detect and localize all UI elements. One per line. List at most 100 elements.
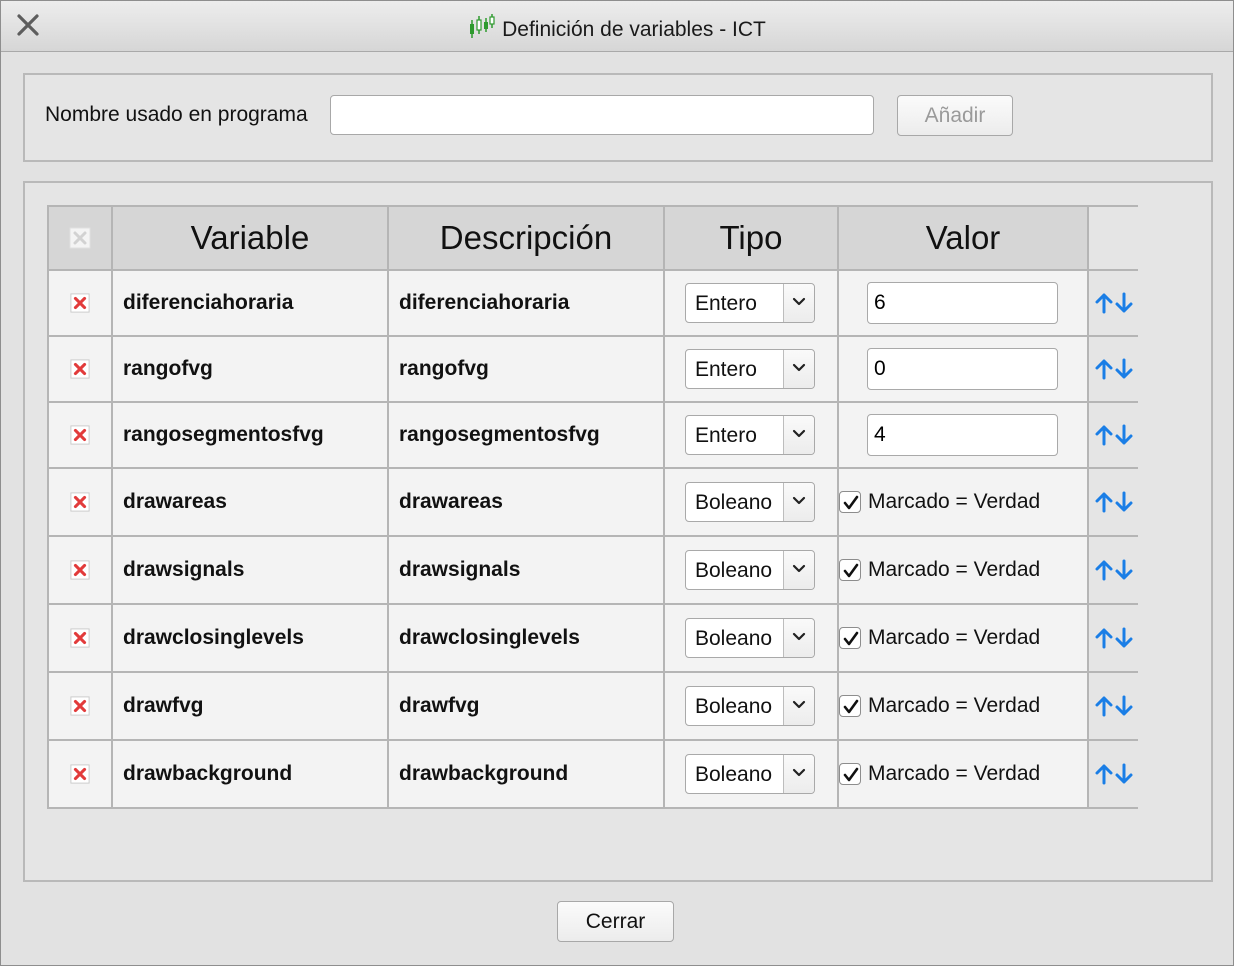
table-row: rangosegmentosfvg rangosegmentosfvg Entero (47, 401, 1138, 469)
delete-icon[interactable] (70, 359, 90, 379)
variable-name-cell: rangofvg (111, 335, 389, 403)
type-select[interactable]: Boleano (685, 686, 815, 726)
value-checkbox[interactable] (839, 695, 861, 717)
delete-cell (47, 535, 113, 605)
checkmark-icon (843, 767, 859, 782)
dropdown-button[interactable] (783, 551, 814, 589)
delete-cell (47, 467, 113, 537)
table-row: drawsignals drawsignals Boleano Marcado = V… (47, 535, 1138, 605)
description-cell: drawsignals (387, 535, 665, 605)
arrow-up-icon[interactable] (1094, 292, 1114, 314)
delete-all-icon[interactable] (69, 227, 91, 249)
chevron-down-icon (792, 632, 806, 641)
delete-icon[interactable] (70, 696, 90, 716)
delete-icon[interactable] (70, 560, 90, 580)
variable-name-panel: Nombre usado en programa Añadir (23, 73, 1213, 162)
variable-name-cell: drawfvg (111, 671, 389, 741)
reorder-cell (1087, 671, 1138, 741)
checkbox-label: Marcado = Verdad (868, 694, 1041, 717)
arrow-down-icon[interactable] (1114, 559, 1134, 581)
value-checkbox[interactable] (839, 559, 861, 581)
type-select[interactable]: Boleano (685, 754, 815, 794)
type-select-value: Boleano (695, 627, 773, 650)
reorder-cell (1087, 603, 1138, 673)
type-cell: Entero (663, 335, 839, 403)
arrow-up-icon[interactable] (1094, 491, 1114, 513)
table-row: drawclosinglevels drawclosinglevels Bolean… (47, 603, 1138, 673)
table-row: drawfvg drawfvg Boleano Marcado = Verdad (47, 671, 1138, 741)
value-cell: Marcado = Verdad (837, 603, 1089, 673)
header-description[interactable]: Descripción (387, 205, 665, 271)
arrow-down-icon[interactable] (1114, 695, 1134, 717)
arrow-up-icon[interactable] (1094, 358, 1114, 380)
type-cell: Boleano (663, 603, 839, 673)
close-button[interactable]: Cerrar (557, 901, 674, 942)
arrow-down-icon[interactable] (1114, 424, 1134, 446)
delete-icon[interactable] (70, 425, 90, 445)
value-cell: Marcado = Verdad (837, 739, 1089, 809)
variables-table: Variable Descripción Tipo Valor diferenc… (47, 205, 1138, 809)
chevron-down-icon (792, 496, 806, 505)
reorder-cell (1087, 335, 1138, 403)
type-select-value: Boleano (695, 559, 773, 582)
window-title-group: Definición de variables - ICT (1, 14, 1233, 42)
value-input[interactable] (867, 282, 1058, 324)
value-input[interactable] (867, 348, 1058, 390)
variable-name-cell: drawbackground (111, 739, 389, 809)
checkbox-label: Marcado = Verdad (868, 558, 1041, 581)
type-select[interactable]: Entero (685, 283, 815, 323)
value-input[interactable] (867, 414, 1058, 456)
description-cell: drawclosinglevels (387, 603, 665, 673)
dropdown-button[interactable] (783, 284, 814, 322)
delete-cell (47, 603, 113, 673)
type-select[interactable]: Entero (685, 415, 815, 455)
checkmark-icon (843, 699, 859, 714)
description-cell: drawfvg (387, 671, 665, 741)
table-row: diferenciahoraria diferenciahoraria Entero (47, 269, 1138, 337)
value-checkbox[interactable] (839, 627, 861, 649)
arrow-up-icon[interactable] (1094, 627, 1114, 649)
dropdown-button[interactable] (783, 416, 814, 454)
dropdown-button[interactable] (783, 483, 814, 521)
header-type[interactable]: Tipo (663, 205, 839, 271)
dropdown-button[interactable] (783, 755, 814, 793)
delete-icon[interactable] (70, 492, 90, 512)
chevron-down-icon (792, 429, 806, 438)
type-select[interactable]: Boleano (685, 482, 815, 522)
arrow-down-icon[interactable] (1114, 627, 1134, 649)
arrow-up-icon[interactable] (1094, 559, 1114, 581)
table-body: diferenciahoraria diferenciahoraria Entero… (47, 269, 1138, 809)
arrow-down-icon[interactable] (1114, 763, 1134, 785)
dropdown-button[interactable] (783, 687, 814, 725)
dropdown-button[interactable] (783, 619, 814, 657)
type-select[interactable]: Boleano (685, 550, 815, 590)
value-cell (837, 269, 1089, 337)
delete-icon[interactable] (70, 628, 90, 648)
chevron-down-icon (792, 768, 806, 777)
delete-icon[interactable] (70, 764, 90, 784)
delete-icon[interactable] (70, 293, 90, 313)
candlestick-chart-icon (470, 14, 495, 38)
arrow-down-icon[interactable] (1114, 358, 1134, 380)
header-value[interactable]: Valor (837, 205, 1089, 271)
variable-name-input[interactable] (330, 95, 874, 135)
type-select[interactable]: Entero (685, 349, 815, 389)
arrow-up-icon[interactable] (1094, 763, 1114, 785)
arrow-down-icon[interactable] (1114, 491, 1134, 513)
type-select[interactable]: Boleano (685, 618, 815, 658)
value-checkbox[interactable] (839, 491, 861, 513)
reorder-cell (1087, 535, 1138, 605)
checkmark-icon (843, 563, 859, 578)
arrow-up-icon[interactable] (1094, 424, 1114, 446)
add-button[interactable]: Añadir (897, 95, 1013, 136)
header-variable[interactable]: Variable (111, 205, 389, 271)
arrow-up-icon[interactable] (1094, 695, 1114, 717)
name-label: Nombre usado en programa (45, 103, 308, 126)
reorder-cell (1087, 269, 1138, 337)
title-bar: Definición de variables - ICT (1, 1, 1233, 52)
delete-all-header[interactable] (47, 205, 113, 271)
arrow-down-icon[interactable] (1114, 292, 1134, 314)
dropdown-button[interactable] (783, 350, 814, 388)
variable-name-cell: drawareas (111, 467, 389, 537)
value-checkbox[interactable] (839, 763, 861, 785)
